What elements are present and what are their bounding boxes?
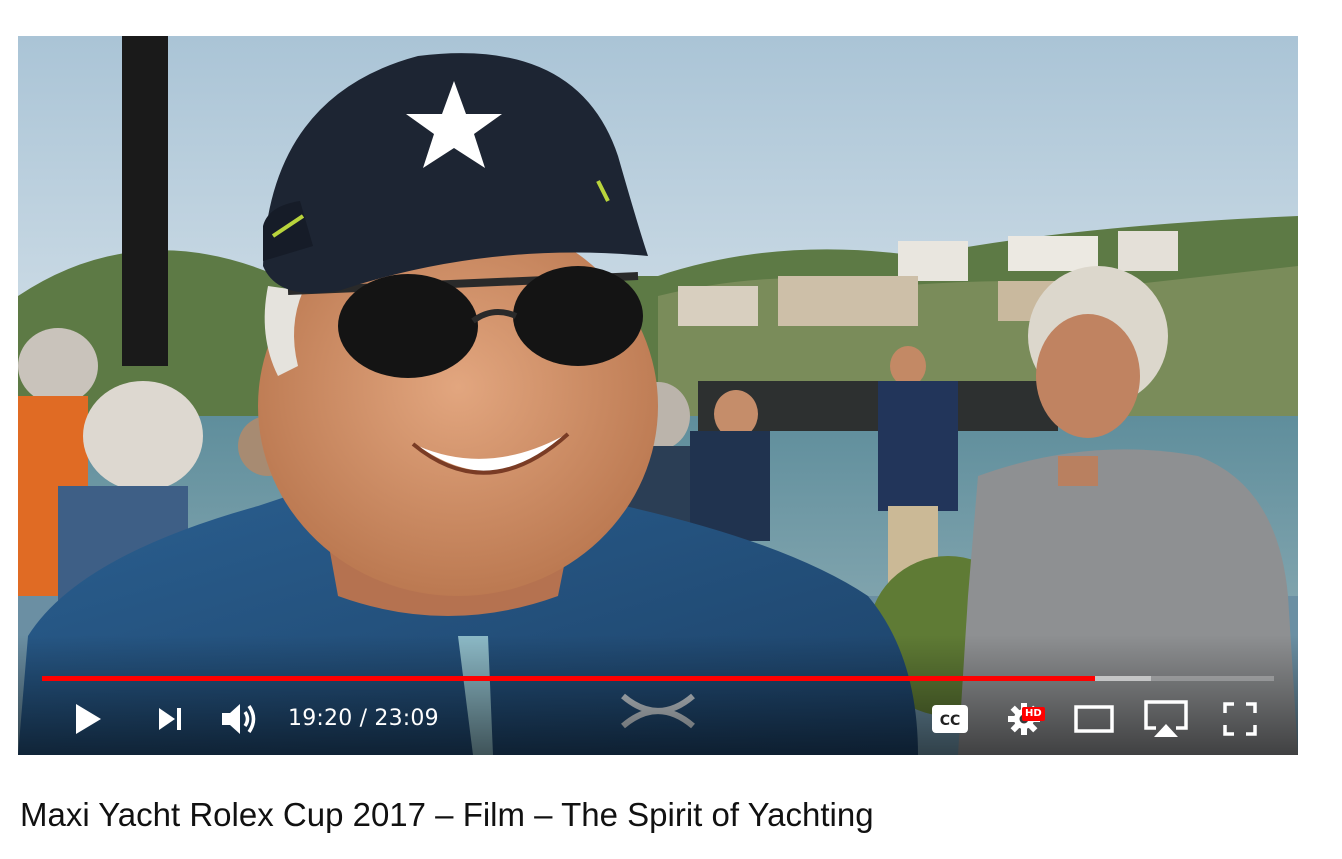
play-icon	[76, 704, 101, 734]
airplay-button[interactable]	[1144, 699, 1188, 739]
volume-button[interactable]	[218, 699, 262, 739]
time-display: 19:20 / 23:09	[288, 706, 439, 731]
progress-bar[interactable]	[42, 676, 1274, 681]
fullscreen-icon	[1223, 702, 1257, 736]
hd-badge: HD	[1022, 707, 1045, 721]
play-button[interactable]	[68, 699, 108, 739]
player-controls: 19:20 / 23:09 CC HD	[18, 691, 1298, 747]
miniplayer-icon	[1074, 705, 1114, 733]
volume-icon	[222, 704, 256, 734]
captions-button[interactable]: CC	[930, 699, 970, 739]
airplay-icon	[1144, 700, 1188, 737]
next-button[interactable]	[150, 699, 190, 739]
video-player[interactable]: 19:20 / 23:09 CC HD	[18, 36, 1298, 755]
miniplayer-button[interactable]	[1072, 699, 1116, 739]
captions-icon: CC	[932, 705, 968, 733]
video-title: Maxi Yacht Rolex Cup 2017 – Film – The S…	[20, 796, 874, 833]
next-icon	[159, 708, 181, 730]
captions-label: CC	[940, 713, 961, 729]
progress-played	[42, 676, 1096, 681]
fullscreen-button[interactable]	[1218, 699, 1262, 739]
